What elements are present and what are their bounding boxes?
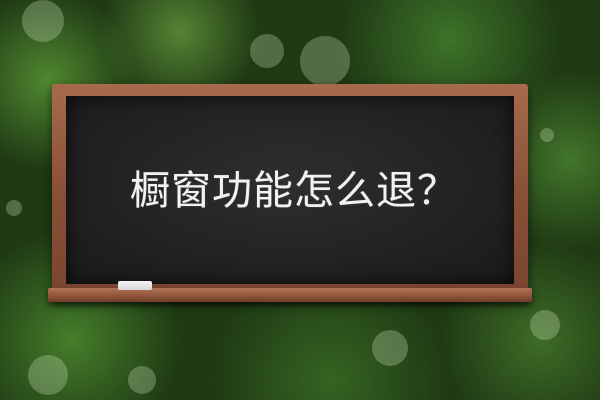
bokeh-light — [6, 200, 22, 216]
bokeh-light — [128, 366, 156, 394]
chalkboard-ledge — [48, 288, 532, 302]
bokeh-light — [530, 310, 560, 340]
bokeh-light — [28, 355, 68, 395]
chalkboard-headline: 橱窗功能怎么退？ — [130, 168, 458, 214]
bokeh-light — [372, 330, 408, 366]
chalk-piece — [118, 281, 152, 290]
bokeh-light — [300, 36, 350, 86]
bokeh-light — [22, 0, 64, 42]
bokeh-light — [250, 34, 284, 68]
bokeh-light — [540, 128, 554, 142]
